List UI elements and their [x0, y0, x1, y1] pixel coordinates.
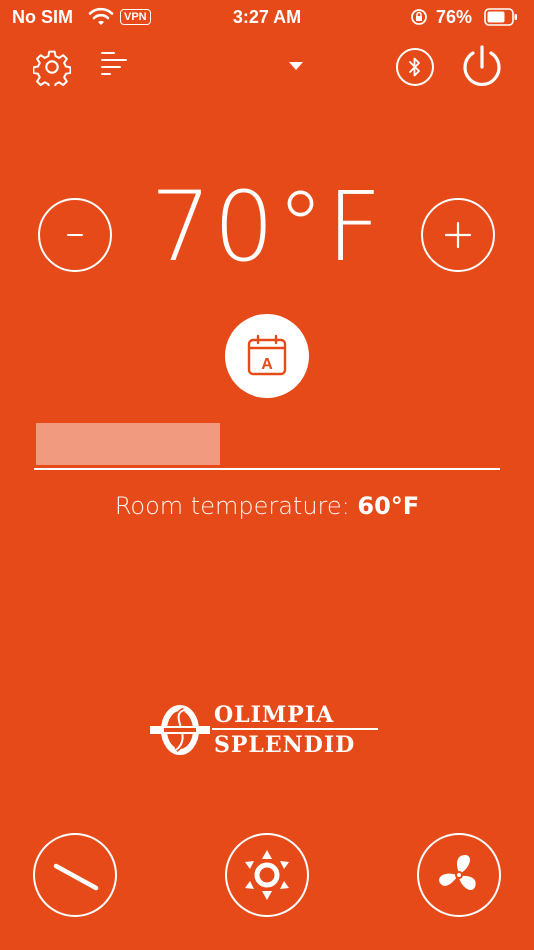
orientation-lock-icon — [411, 9, 427, 25]
plus-icon — [444, 221, 472, 249]
calendar-a-icon: A — [247, 334, 287, 376]
brand-line-2: SPLENDID — [214, 732, 356, 758]
room-temperature-value: 60°F — [357, 492, 420, 520]
gear-icon[interactable] — [33, 48, 71, 86]
minus-icon — [67, 234, 83, 236]
sun-icon — [245, 850, 289, 900]
heat-mode-button[interactable] — [225, 833, 309, 917]
bluetooth-icon — [409, 57, 420, 77]
room-temperature: Room temperature: 60°F — [0, 492, 534, 520]
brand-underline — [212, 728, 378, 730]
battery-icon — [484, 8, 517, 26]
dropdown-arrow-icon[interactable] — [288, 61, 304, 71]
calendar-letter: A — [261, 356, 273, 373]
decrease-temperature-button[interactable] — [38, 198, 112, 272]
schedule-button[interactable]: A — [225, 314, 309, 398]
divider — [34, 468, 500, 470]
brand-mark-icon — [150, 705, 210, 755]
fan-button[interactable] — [417, 833, 501, 917]
setpoint-temperature: 70°F — [150, 171, 384, 283]
device-name-field[interactable] — [36, 423, 220, 465]
brand-line-1: OLIMPIA — [214, 702, 335, 728]
status-bar: No SIM VPN 3:27 AM 76% — [0, 0, 534, 36]
olimpia-splendid-logo: OLIMPIA SPLENDID — [150, 700, 382, 760]
mode-button[interactable] — [33, 833, 117, 917]
battery-percent: 76% — [436, 7, 473, 27]
mode-slash-icon — [53, 863, 99, 891]
fan-icon — [439, 855, 476, 891]
menu-lines-icon[interactable] — [100, 50, 128, 80]
increase-temperature-button[interactable] — [421, 198, 495, 272]
power-icon[interactable] — [458, 43, 506, 91]
room-temperature-label: Room temperature: — [114, 492, 358, 520]
bluetooth-button[interactable] — [396, 48, 434, 86]
